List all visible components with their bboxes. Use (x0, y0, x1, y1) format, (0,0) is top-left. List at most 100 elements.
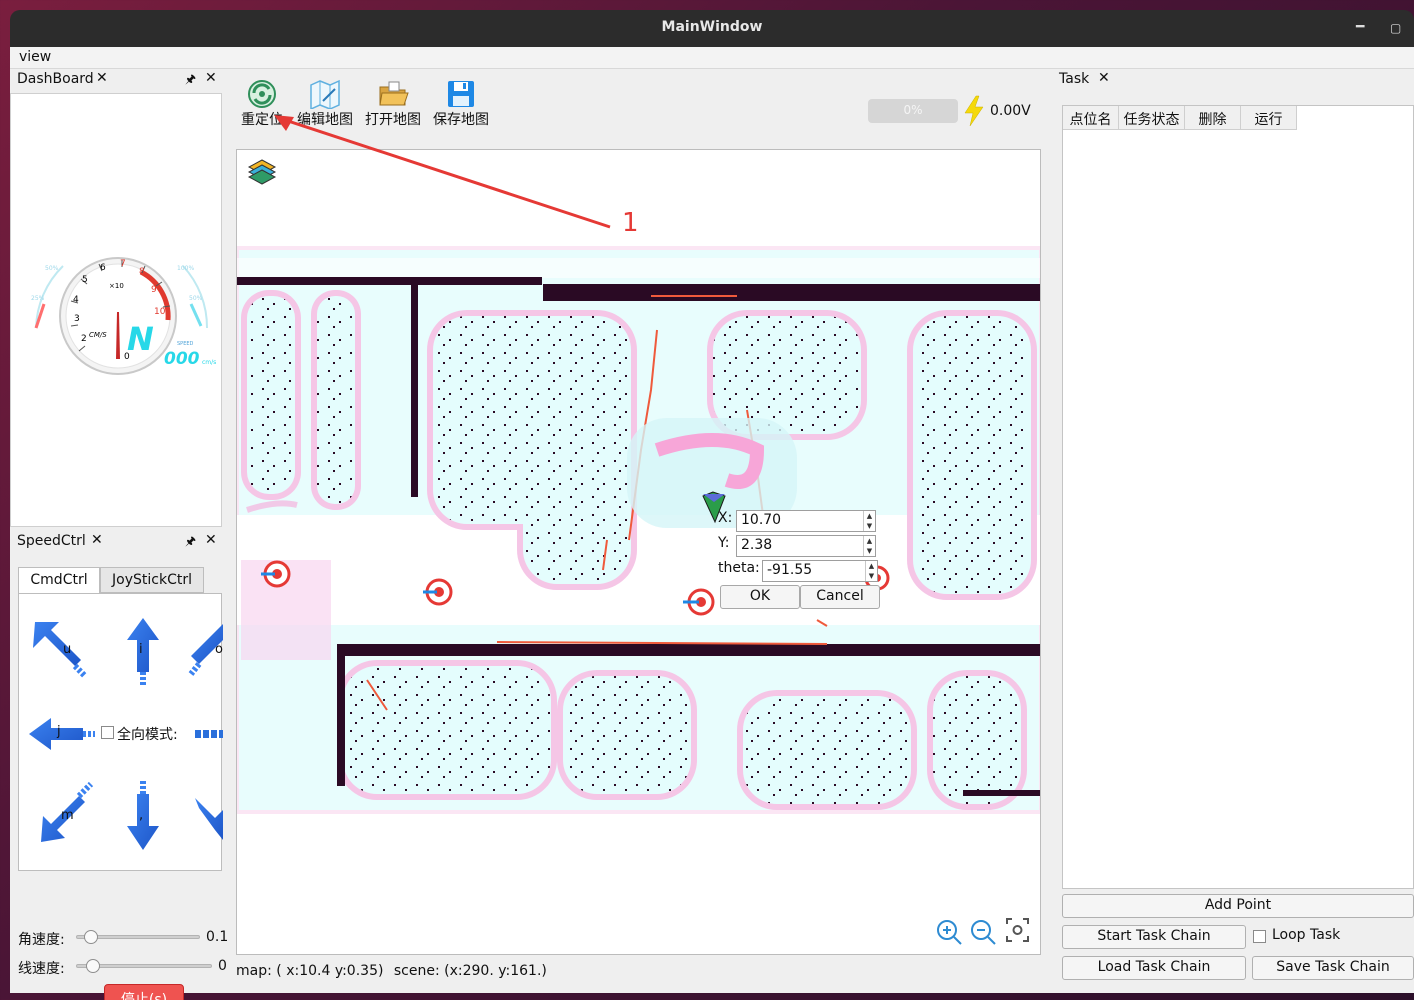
dashboard-close-icon[interactable]: ✕ (96, 70, 108, 86)
gear-indicator: N (127, 320, 154, 358)
fit-view-icon[interactable] (1006, 918, 1029, 942)
linear-speed-handle[interactable] (86, 959, 100, 973)
stop-button[interactable]: 停止(s) (104, 984, 184, 1000)
occupancy-map (237, 159, 1040, 945)
column-header-delete[interactable]: 删除 (1185, 106, 1241, 130)
relocate-theta-label: theta: (718, 560, 760, 576)
gauge-num-3: 3 (74, 314, 80, 324)
annotation-arrow: 1 (274, 115, 639, 237)
status-map-coords: ( x:10.4 y:0.35) (276, 963, 384, 979)
dashboard-panel: 50% 25% 100% 50% 0 2 3 4 5 6 7 8 9 10 ×1… (10, 93, 222, 527)
start-task-chain-button[interactable]: Start Task Chain (1062, 925, 1246, 949)
relocate-x-spinbox[interactable]: 10.70 ▲ ▼ (736, 510, 876, 532)
edit-map-icon (310, 79, 340, 109)
omni-mode-label: 全向模式: (117, 727, 178, 743)
gauge-unit: CM/S (89, 331, 107, 339)
relocate-y-spinbox[interactable]: 2.38 ▲ ▼ (736, 535, 876, 557)
spin-arrows-icon[interactable]: ▲ ▼ (865, 561, 877, 581)
spin-arrows-icon[interactable]: ▲ ▼ (863, 511, 875, 531)
gauge-num-4: 4 (73, 295, 79, 305)
arrow-up-button[interactable] (127, 618, 159, 686)
dashboard-dock-title: DashBoard ✕ 🖈 ✕ (10, 69, 222, 91)
zoom-in-icon[interactable] (937, 920, 962, 945)
omni-mode-checkbox[interactable] (101, 726, 114, 739)
linear-speed-label: 线速度: (18, 961, 65, 977)
save-icon (448, 81, 474, 107)
speed-gauge: 50% 25% 100% 50% 0 2 3 4 5 6 7 8 9 10 ×1… (31, 257, 216, 375)
arrow-left-button[interactable] (29, 718, 95, 750)
relocate-ok-button[interactable]: OK (720, 585, 800, 609)
key-i-label: i (139, 642, 143, 657)
speedctrl-title: SpeedCtrl (17, 533, 86, 549)
speed-unit: cm/s (202, 359, 216, 366)
speedctrl-dock: SpeedCtrl ✕ 🖈 ✕ CmdCtrl JoyStickCtrl u i… (10, 531, 228, 1000)
annotation-number: 1 (622, 208, 639, 237)
column-header-run[interactable]: 运行 (1241, 106, 1297, 130)
angular-speed-handle[interactable] (84, 930, 98, 944)
gauge-num-9: 9 (151, 285, 157, 295)
main-window: view DashBoard ✕ 🖈 ✕ 50% 25% 100% 50% 0 … (10, 47, 1414, 1000)
task-dock-title: Task ✕ (1052, 69, 1414, 91)
status-map-label: map: (236, 963, 272, 979)
relocate-cancel-button[interactable]: Cancel (800, 585, 880, 609)
key-u-label: u (63, 642, 72, 657)
gauge-small-label: 50% (45, 265, 59, 272)
tab-joystickctrl[interactable]: JoyStickCtrl (100, 567, 204, 593)
dashboard-dock-close-icon[interactable]: ✕ (205, 70, 217, 86)
relocate-x-label: X: (718, 510, 733, 526)
gauge-num-10: 10 (154, 307, 166, 317)
tab-cmdctrl[interactable]: CmdCtrl (18, 567, 100, 594)
add-point-button[interactable]: Add Point (1062, 894, 1414, 918)
voltage-value: 0.00V (990, 103, 1031, 119)
maximize-button[interactable]: ▢ (1390, 21, 1401, 35)
menu-bar: view (10, 47, 1414, 69)
cmdctrl-panel: u i o j 全向模式: m , (18, 593, 223, 871)
gauge-right-needle (189, 303, 203, 327)
task-table[interactable]: 点位名 任务状态 删除 运行 (1062, 105, 1414, 889)
task-close-icon[interactable]: ✕ (1098, 70, 1110, 86)
zoom-out-icon[interactable] (971, 920, 996, 945)
speed-label: SPEED (177, 341, 194, 347)
speed-value: 000 (164, 349, 200, 369)
arrow-down-right-button[interactable] (195, 798, 223, 840)
status-scene-coords: (x:290. y:161.) (444, 963, 547, 979)
gauge-small-label: 100% (177, 265, 194, 272)
loop-task-checkbox[interactable] (1253, 930, 1266, 943)
arrow-up-left-button[interactable] (33, 622, 88, 679)
relocate-y-value: 2.38 (741, 537, 773, 553)
column-header-task-status[interactable]: 任务状态 (1119, 106, 1185, 130)
dashboard-float-icon[interactable]: 🖈 (185, 70, 196, 91)
angular-speed-label: 角速度: (18, 932, 65, 948)
open-folder-icon (379, 81, 409, 106)
relocate-y-label: Y: (718, 535, 730, 551)
speedctrl-dock-close-icon[interactable]: ✕ (205, 532, 217, 548)
window-title: MainWindow (661, 19, 763, 35)
battery-progress-bar: 0% (868, 99, 958, 123)
gauge-num-8: 8 (139, 267, 145, 277)
save-task-chain-button[interactable]: Save Task Chain (1252, 956, 1414, 980)
key-comma-label: , (139, 808, 144, 823)
column-header-point-name[interactable]: 点位名 (1063, 106, 1119, 130)
gauge-num-6: 6 (100, 263, 106, 273)
gauge-num-2: 2 (81, 334, 87, 344)
gauge-num-5: 5 (82, 275, 88, 285)
map-view[interactable] (236, 149, 1041, 955)
status-line: map: ( x:10.4 y:0.35) scene: (x:290. y:1… (236, 963, 547, 979)
minimize-button[interactable]: ━ (1356, 19, 1364, 35)
relocate-theta-value: -91.55 (767, 562, 813, 578)
gauge-small-label: 25% (31, 295, 45, 302)
relocate-icon (248, 80, 276, 108)
menu-view[interactable]: view (19, 49, 51, 65)
load-task-chain-button[interactable]: Load Task Chain (1062, 956, 1246, 980)
task-title: Task (1059, 71, 1090, 87)
dashboard-title: DashBoard (17, 71, 94, 87)
spin-arrows-icon[interactable]: ▲ ▼ (863, 536, 875, 556)
speedctrl-float-icon[interactable]: 🖈 (185, 532, 196, 553)
speedctrl-close-icon[interactable]: ✕ (91, 532, 103, 548)
loop-task-label: Loop Task (1272, 927, 1341, 943)
dashboard-dock: DashBoard ✕ 🖈 ✕ 50% 25% 100% 50% 0 2 3 4… (10, 69, 222, 529)
gauge-num-7: 7 (120, 259, 126, 269)
relocate-theta-spinbox[interactable]: -91.55 ▲ ▼ (762, 560, 878, 582)
status-scene-label: scene: (393, 963, 440, 979)
gauge-small-label: 50% (189, 295, 203, 302)
